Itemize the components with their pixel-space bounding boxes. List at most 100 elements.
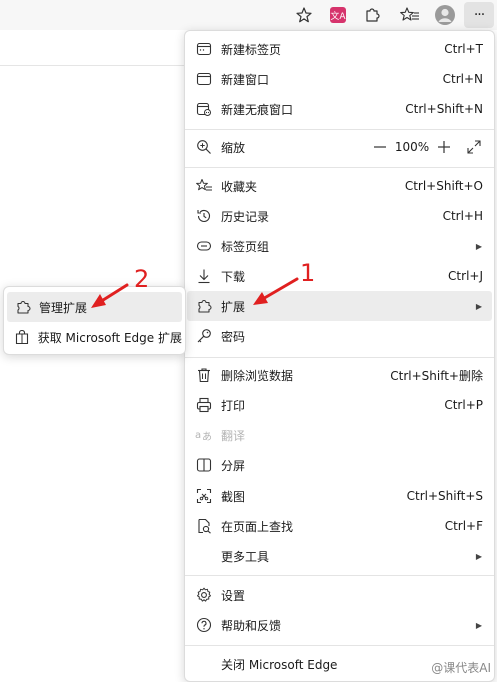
menu-item-label: 帮助和反馈 <box>221 618 282 633</box>
new-tab-icon <box>194 39 214 59</box>
settings-menu: 新建标签页 Ctrl+T 新建窗口 Ctrl+N 新建无痕窗口 Ctrl+Shi… <box>184 30 495 682</box>
menu-separator <box>185 129 494 130</box>
menu-item-label: 打印 <box>221 398 246 413</box>
fullscreen-button[interactable] <box>462 135 486 159</box>
new-window-icon <box>194 69 214 89</box>
menu-item-help-and-feedback[interactable]: 帮助和反馈 ▶ <box>187 610 492 640</box>
menu-item-shortcut: Ctrl+J <box>448 269 483 283</box>
menu-item-downloads[interactable]: 下载 Ctrl+J <box>187 261 492 291</box>
menu-item-passwords[interactable]: 密码 <box>187 321 492 351</box>
chevron-right-icon: ▶ <box>475 241 482 251</box>
extensions-icon <box>366 8 380 22</box>
settings-icon <box>194 585 214 605</box>
extensions-icon <box>194 296 214 316</box>
menu-item-split-screen[interactable]: 分屏 <box>187 450 492 480</box>
menu-item-label: 下载 <box>221 269 246 284</box>
zoom-controls: 100% <box>368 135 486 159</box>
trash-icon <box>194 365 214 385</box>
submenu-item-get-extensions[interactable]: 获取 Microsoft Edge 扩展 <box>7 322 182 352</box>
menu-item-shortcut: Ctrl+N <box>442 72 483 86</box>
translate-button[interactable]: 文A <box>324 2 352 28</box>
annotation-number-1: 1 <box>300 259 316 287</box>
annotation-number-2: 2 <box>134 265 150 293</box>
zoom-out-button[interactable] <box>368 135 392 159</box>
menu-item-label: 设置 <box>221 588 246 603</box>
menu-separator <box>185 357 494 358</box>
translate-icon: aあ <box>194 425 214 445</box>
favorites-toolbar-button[interactable] <box>396 2 424 28</box>
menu-separator <box>185 167 494 168</box>
menu-item-label: 新建窗口 <box>221 72 270 87</box>
menu-item-shortcut: Ctrl+Shift+O <box>404 179 483 193</box>
menu-item-label: 缩放 <box>221 140 246 155</box>
favorites-icon <box>400 7 419 21</box>
tab-groups-icon <box>194 236 214 256</box>
menu-item-shortcut: Ctrl+Shift+S <box>406 489 483 503</box>
store-icon <box>13 327 32 347</box>
menu-item-label: 新建标签页 <box>221 42 282 57</box>
menu-item-tab-groups[interactable]: 标签页组 ▶ <box>187 231 492 261</box>
more-icon: ··· <box>473 7 485 23</box>
menu-item-label: 密码 <box>221 329 246 344</box>
menu-item-label: 历史记录 <box>221 209 270 224</box>
browser-toolbar: 文A ··· <box>0 0 497 30</box>
extensions-toolbar-button[interactable] <box>358 2 386 28</box>
menu-item-new-inprivate-window[interactable]: 新建无痕窗口 Ctrl+Shift+N <box>187 94 492 124</box>
watermark: @课代表AI <box>431 659 491 676</box>
menu-item-new-tab[interactable]: 新建标签页 Ctrl+T <box>187 34 492 64</box>
menu-item-shortcut: Ctrl+F <box>444 519 483 533</box>
menu-item-label: 分屏 <box>221 458 246 473</box>
zoom-level: 100% <box>394 140 430 154</box>
help-icon <box>194 615 214 635</box>
menu-item-screenshot[interactable]: 截图 Ctrl+Shift+S <box>187 481 492 511</box>
svg-text:文A: 文A <box>330 10 346 22</box>
menu-item-shortcut: Ctrl+T <box>444 42 483 56</box>
zoom-icon <box>194 137 214 157</box>
extensions-submenu: 管理扩展 获取 Microsoft Edge 扩展 <box>3 286 186 355</box>
inprivate-icon <box>194 99 214 119</box>
favorite-star-button[interactable] <box>290 2 318 28</box>
menu-item-translate: aあ 翻译 <box>187 420 492 450</box>
key-icon <box>194 326 214 346</box>
zoom-in-button[interactable] <box>432 135 456 159</box>
translate-icon: 文A <box>330 7 346 23</box>
menu-item-label: 翻译 <box>221 428 246 443</box>
history-icon <box>194 206 214 226</box>
menu-item-history[interactable]: 历史记录 Ctrl+H <box>187 201 492 231</box>
chevron-right-icon: ▶ <box>475 551 482 561</box>
extensions-icon <box>13 297 33 317</box>
submenu-item-label: 管理扩展 <box>39 300 88 315</box>
screenshot-icon <box>194 486 214 506</box>
menu-item-settings[interactable]: 设置 <box>187 580 492 610</box>
menu-item-label: 收藏夹 <box>221 179 258 194</box>
menu-item-label: 在页面上查找 <box>221 519 294 534</box>
svg-text:あ: あ <box>202 431 212 443</box>
menu-item-find-on-page[interactable]: 在页面上查找 Ctrl+F <box>187 511 492 541</box>
menu-item-print[interactable]: 打印 Ctrl+P <box>187 390 492 420</box>
chevron-right-icon: ▶ <box>475 620 482 630</box>
profile-icon <box>435 5 455 25</box>
svg-text:a: a <box>195 430 201 441</box>
menu-item-extensions[interactable]: 扩展 ▶ <box>187 291 492 321</box>
menu-item-label: 截图 <box>221 489 246 504</box>
print-icon <box>194 395 214 415</box>
submenu-item-label: 获取 Microsoft Edge 扩展 <box>37 330 182 345</box>
fullscreen-icon <box>467 140 481 154</box>
profile-button[interactable] <box>431 2 459 28</box>
menu-item-new-window[interactable]: 新建窗口 Ctrl+N <box>187 64 492 94</box>
menu-separator <box>185 575 494 576</box>
menu-item-shortcut: Ctrl+Shift+N <box>405 102 483 116</box>
chevron-right-icon: ▶ <box>475 301 482 311</box>
menu-item-clear-browsing-data[interactable]: 删除浏览数据 Ctrl+Shift+删除 <box>187 360 492 390</box>
settings-and-more-button[interactable]: ··· <box>464 2 494 28</box>
menu-item-more-tools[interactable]: 更多工具 ▶ <box>187 541 492 571</box>
menu-item-shortcut: Ctrl+P <box>444 398 483 412</box>
menu-item-shortcut: Ctrl+Shift+删除 <box>390 368 483 383</box>
menu-item-favorites[interactable]: 收藏夹 Ctrl+Shift+O <box>187 171 492 201</box>
submenu-item-manage-extensions[interactable]: 管理扩展 <box>7 292 182 322</box>
divider <box>0 65 190 66</box>
menu-item-label: 更多工具 <box>221 549 270 564</box>
menu-item-label: 标签页组 <box>221 239 270 254</box>
favorites-icon <box>194 176 214 196</box>
menu-item-label: 新建无痕窗口 <box>221 102 294 117</box>
